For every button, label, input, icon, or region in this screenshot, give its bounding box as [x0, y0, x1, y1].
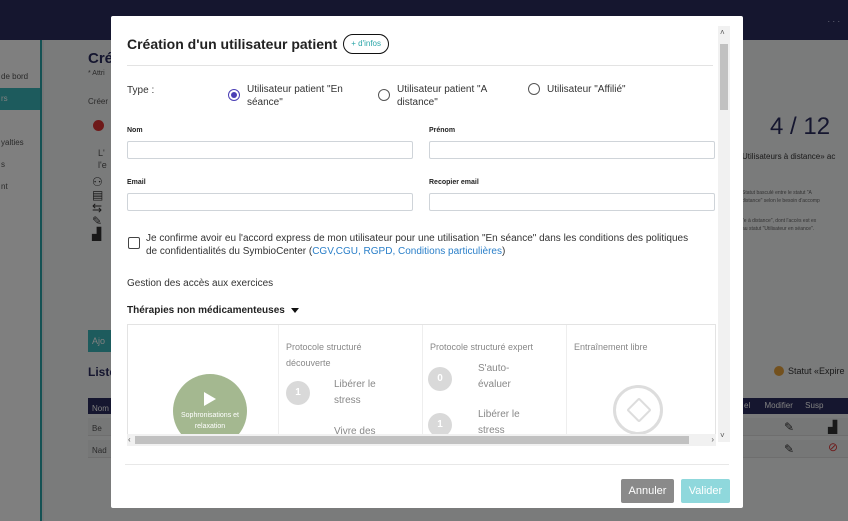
modal-title: Création d'un utilisateur patient: [127, 36, 338, 52]
expert-column: Protocole structuré expert 0 S'auto-éval…: [423, 325, 567, 446]
radio-label: Utilisateur patient "En: [247, 84, 343, 95]
free-training-icon[interactable]: [613, 385, 663, 435]
email-confirm-label: Recopier email: [429, 179, 479, 186]
cancel-button[interactable]: Annuler: [621, 479, 674, 503]
nom-label: Nom: [127, 127, 143, 134]
discovery-title: découverte: [286, 358, 331, 368]
create-patient-modal: Création d'un utilisateur patient + d'in…: [111, 16, 743, 508]
play-icon: [204, 392, 216, 406]
radio-button[interactable]: [228, 89, 240, 101]
cgu-link[interactable]: CGU: [336, 246, 358, 257]
conditions-link[interactable]: Conditions particulières: [398, 246, 502, 257]
exercise-access-title: Gestion des accès aux exercices: [127, 278, 274, 289]
step-badge[interactable]: 0: [428, 367, 452, 391]
email-input[interactable]: [127, 193, 413, 211]
type-selector: Type : Utilisateur patient "En séance" Ut…: [127, 83, 717, 113]
step-label: stress: [334, 395, 361, 406]
cgv-link[interactable]: CGV: [312, 246, 333, 257]
scrollbar-thumb[interactable]: [720, 44, 728, 110]
radio-label: Utilisateur patient "A: [397, 84, 488, 95]
radio-label: séance": [247, 97, 283, 108]
scroll-up-icon[interactable]: ˄: [720, 28, 725, 37]
footer-divider: [125, 464, 729, 465]
exercises-panel: Sophronisations et relaxation Protocole …: [127, 324, 716, 446]
radio-option-en-seance[interactable]: Utilisateur patient "En séance": [228, 83, 343, 109]
type-label: Type :: [127, 85, 155, 96]
step-badge[interactable]: 1: [286, 381, 310, 405]
prenom-label: Prénom: [429, 127, 456, 134]
modal-header: Création d'un utilisateur patient + d'in…: [127, 34, 390, 54]
discovery-column: Protocole structuré découverte 1 Libérer …: [279, 325, 423, 446]
consent-text-end: ): [501, 246, 506, 257]
therapies-title: Thérapies non médicamenteuses: [127, 305, 285, 316]
radio-option-affilie[interactable]: Utilisateur "Affilié": [528, 83, 626, 96]
rgpd-link[interactable]: RGPD: [364, 246, 393, 257]
free-training-title: Entraînement libre: [574, 342, 648, 352]
scroll-right-icon[interactable]: ›: [711, 434, 714, 446]
step-label: Libérer le: [478, 409, 520, 420]
radio-label: Utilisateur "Affilié": [547, 84, 626, 95]
submit-button[interactable]: Valider: [681, 479, 730, 503]
radio-button[interactable]: [378, 89, 390, 101]
horizontal-scrollbar[interactable]: ‹ ›: [127, 434, 716, 446]
free-training-column: Entraînement libre: [567, 325, 715, 446]
video-column: Sophronisations et relaxation: [128, 325, 279, 446]
vertical-scrollbar[interactable]: ˄ ˅: [718, 26, 730, 442]
email-confirm-input[interactable]: [429, 193, 715, 211]
nom-input[interactable]: [127, 141, 413, 159]
step-label: évaluer: [478, 379, 511, 390]
prenom-input[interactable]: [429, 141, 715, 159]
caret-down-icon: [290, 308, 299, 313]
consent-text: Je confirme avoir eu l'accord express de…: [146, 233, 689, 257]
scroll-left-icon[interactable]: ‹: [128, 434, 131, 446]
expert-title: Protocole structuré expert: [430, 342, 534, 352]
header-divider: [127, 65, 713, 66]
radio-option-a-distance[interactable]: Utilisateur patient "A distance": [378, 83, 487, 109]
radio-label: distance": [397, 97, 438, 108]
discovery-title: Protocole structuré: [286, 342, 362, 352]
step-label: Libérer le: [334, 379, 376, 390]
modal-body: Création d'un utilisateur patient + d'in…: [111, 16, 731, 463]
therapies-toggle[interactable]: Thérapies non médicamenteuses: [127, 305, 299, 316]
scrollbar-thumb[interactable]: [135, 436, 689, 444]
video-label: Sophronisations et relaxation: [181, 412, 239, 430]
consent-checkbox[interactable]: [128, 237, 140, 249]
scroll-down-icon[interactable]: ˅: [720, 431, 725, 440]
radio-button[interactable]: [528, 83, 540, 95]
email-label: Email: [127, 179, 146, 186]
step-label: S'auto-: [478, 363, 510, 374]
more-info-button[interactable]: + d'infos: [343, 34, 390, 54]
